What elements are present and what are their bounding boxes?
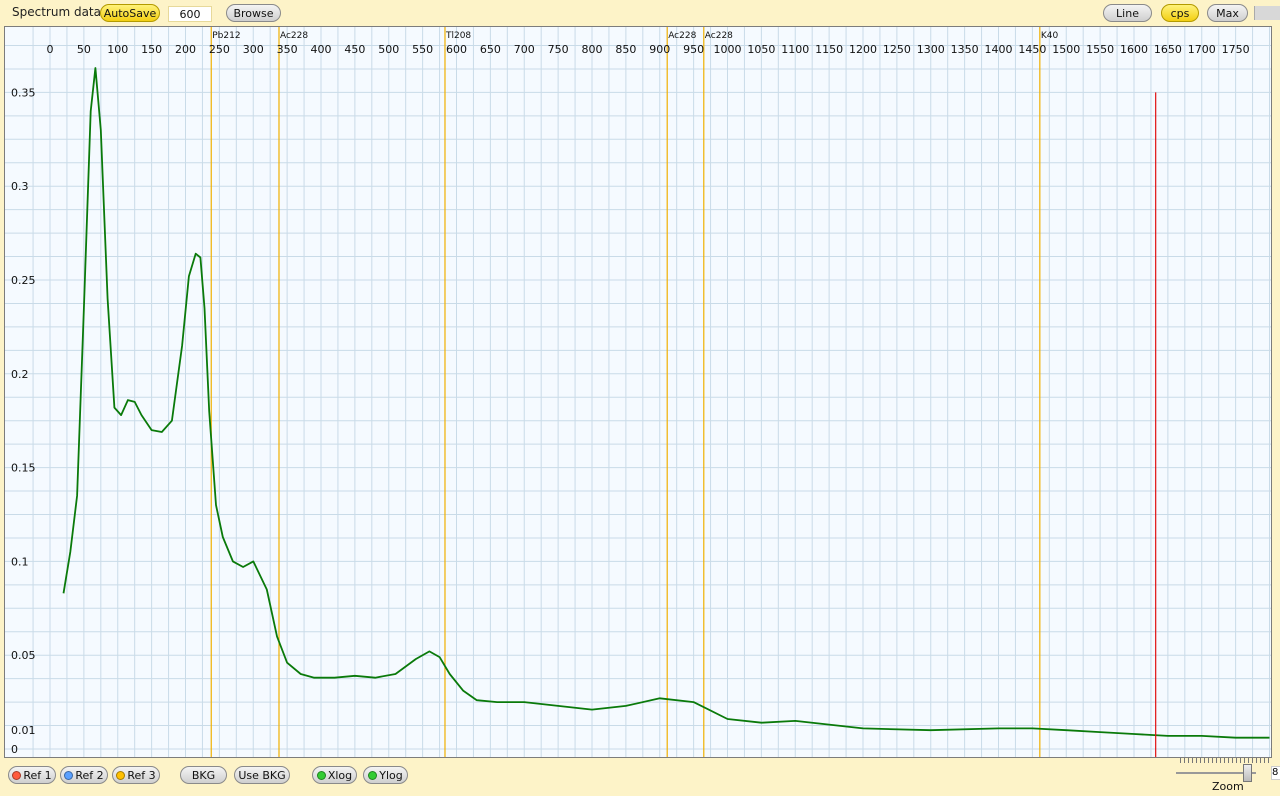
x-tick-label: 900 (649, 43, 670, 56)
y-tick-label: 0 (11, 743, 18, 756)
x-tick-label: 1150 (815, 43, 843, 56)
isotope-marker-label: Tl208 (445, 31, 471, 41)
y-tick-label: 0.15 (11, 462, 36, 475)
x-tick-label: 150 (141, 43, 162, 56)
right-scroll-strip[interactable] (1272, 26, 1280, 758)
line-mode-button[interactable]: Line (1103, 4, 1152, 22)
autosave-interval-input[interactable]: 600 (168, 6, 212, 22)
bottom-toolbar: Ref 1 Ref 2 Ref 3 BKG Use BKG Xlog Ylog … (0, 758, 1280, 796)
isotope-marker-label: K40 (1041, 31, 1059, 41)
x-tick-label: 1250 (883, 43, 911, 56)
x-tick-label: 400 (311, 43, 332, 56)
x-tick-label: 100 (107, 43, 128, 56)
xlog-label: Xlog (327, 768, 353, 782)
y-tick-label: 0.2 (11, 368, 29, 381)
spectrum-line (62, 67, 1270, 739)
x-tick-label: 1500 (1052, 43, 1080, 56)
x-tick-label: 300 (243, 43, 264, 56)
ref1-button[interactable]: Ref 1 (8, 766, 56, 784)
xlog-indicator-icon (316, 770, 326, 780)
x-tick-label: 1400 (985, 43, 1013, 56)
cps-button[interactable]: cps (1161, 4, 1199, 22)
zoom-label: Zoom (1212, 780, 1244, 793)
x-tick-label: 1600 (1120, 43, 1148, 56)
max-button[interactable]: Max (1207, 4, 1248, 22)
ref2-indicator-icon (64, 770, 74, 780)
x-tick-label: 250 (209, 43, 230, 56)
x-tick-label: 1050 (747, 43, 775, 56)
ref3-label: Ref 3 (127, 768, 156, 782)
x-tick-label: 1000 (714, 43, 742, 56)
y-tick-label: 0.05 (11, 649, 36, 662)
y-tick-label: 0.1 (11, 555, 29, 568)
ref1-indicator-icon (12, 770, 22, 780)
toolbar-scroll[interactable] (1254, 6, 1280, 20)
ref3-indicator-icon (116, 770, 126, 780)
spectrum-app: Spectrum data AutoSave 600 Browse Line c… (0, 0, 1280, 796)
isotope-marker-label: Pb212 (212, 31, 240, 41)
zoom-scale (1180, 758, 1270, 763)
x-tick-label: 550 (412, 43, 433, 56)
top-toolbar: Spectrum data AutoSave 600 Browse Line c… (0, 0, 1280, 26)
x-tick-label: 750 (548, 43, 569, 56)
ylog-button[interactable]: Ylog (363, 766, 408, 784)
isotope-marker-label: Ac228 (280, 31, 308, 41)
x-tick-label: 0 (47, 43, 54, 56)
x-tick-label: 850 (615, 43, 636, 56)
x-tick-label: 200 (175, 43, 196, 56)
x-tick-label: 1200 (849, 43, 877, 56)
bkg-button[interactable]: BKG (180, 766, 227, 784)
x-tick-label: 1100 (781, 43, 809, 56)
x-tick-label: 1350 (951, 43, 979, 56)
spectrum-chart: Pb212 Ac228 Tl208 Ac228 Ac228 K40 0 50 100 150 20… (5, 27, 1271, 757)
x-tick-label: 1550 (1086, 43, 1114, 56)
spectrum-curves (62, 67, 1270, 739)
autosave-button[interactable]: AutoSave (100, 4, 160, 22)
ref2-button[interactable]: Ref 2 (60, 766, 108, 784)
ylog-label: Ylog (379, 768, 403, 782)
xlog-button[interactable]: Xlog (312, 766, 357, 784)
y-tick-label: 0.35 (11, 86, 36, 99)
ref3-button[interactable]: Ref 3 (112, 766, 160, 784)
panel-title: Spectrum data (12, 5, 101, 19)
y-tick-label: 0.25 (11, 274, 36, 287)
x-axis-ticks: 0 50 100 150 200 250 300 350 400 450 500 550 600 650 7… (47, 43, 1250, 56)
x-tick-label: 350 (277, 43, 298, 56)
x-tick-label: 50 (77, 43, 91, 56)
x-tick-label: 600 (446, 43, 467, 56)
x-tick-label: 1650 (1154, 43, 1182, 56)
x-tick-label: 700 (514, 43, 535, 56)
isotope-marker-label: Ac228 (668, 31, 696, 41)
x-tick-label: 450 (344, 43, 365, 56)
x-tick-label: 800 (582, 43, 603, 56)
y-tick-label: 0.01 (11, 724, 36, 737)
grid (5, 27, 1271, 757)
spectrum-plot[interactable]: Pb212 Ac228 Tl208 Ac228 Ac228 K40 0 50 100 150 20… (4, 26, 1272, 758)
x-tick-label: 1750 (1222, 43, 1250, 56)
ref2-label: Ref 2 (75, 768, 104, 782)
x-tick-label: 1700 (1188, 43, 1216, 56)
x-tick-label: 500 (378, 43, 399, 56)
x-tick-label: 1450 (1018, 43, 1046, 56)
browse-button[interactable]: Browse (226, 4, 281, 22)
ylog-indicator-icon (368, 770, 378, 780)
y-tick-label: 0.3 (11, 180, 29, 193)
ref1-label: Ref 1 (23, 768, 52, 782)
isotope-marker-label: Ac228 (705, 31, 733, 41)
zoom-slider-thumb[interactable] (1243, 764, 1252, 782)
x-tick-label: 1300 (917, 43, 945, 56)
zoom-value-field[interactable]: 8 (1271, 766, 1280, 780)
x-tick-label: 650 (480, 43, 501, 56)
x-tick-label: 950 (683, 43, 704, 56)
use-bkg-button[interactable]: Use BKG (234, 766, 290, 784)
